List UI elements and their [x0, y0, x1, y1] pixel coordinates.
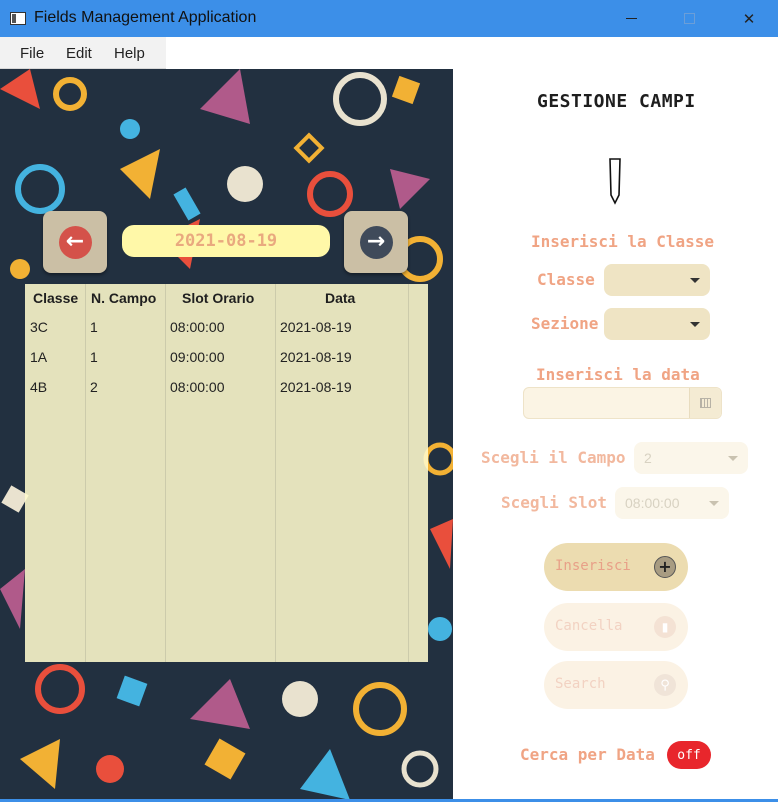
search-by-date-label: Cerca per Data [520, 745, 655, 764]
campo-label: Scegli il Campo [481, 448, 626, 467]
search-button[interactable]: Search ⚲ [544, 661, 688, 709]
column-header-slot[interactable]: Slot Orario [182, 290, 254, 306]
column-header-data[interactable]: Data [325, 290, 355, 306]
maximize-icon[interactable] [660, 0, 718, 37]
table-cell: 2021-08-19 [280, 379, 352, 395]
section-class-label: Inserisci la Classe [531, 232, 715, 251]
search-icon: ⚲ [654, 674, 676, 696]
management-form: GESTIONE CAMPI Inserisci la Classe Class… [453, 69, 778, 800]
slot-value: 08:00:00 [625, 495, 680, 511]
sezione-label: Sezione [531, 314, 599, 333]
table-cell: 3C [30, 319, 48, 335]
chevron-down-icon [690, 278, 700, 283]
table-cell: 1 [90, 319, 98, 335]
slot-select[interactable]: 08:00:00 [615, 487, 729, 519]
campo-value: 2 [644, 450, 652, 466]
app-icon [10, 12, 26, 25]
date-picker[interactable] [523, 387, 722, 419]
column-header-classe[interactable]: Classe [33, 290, 78, 306]
tie-icon [609, 158, 621, 205]
table-cell: 1A [30, 349, 48, 365]
classe-label: Classe [537, 270, 595, 289]
delete-button-label: Cancella [555, 618, 623, 634]
column-header-campo[interactable]: N. Campo [91, 290, 156, 306]
insert-button[interactable]: Inserisci + [544, 543, 688, 591]
table-cell: 1 [90, 349, 98, 365]
chevron-down-icon [709, 501, 719, 506]
window-title: Fields Management Application [34, 9, 257, 26]
calendar-icon[interactable] [689, 388, 721, 418]
slot-label: Scegli Slot [501, 493, 607, 512]
table-cell: 08:00:00 [170, 319, 225, 335]
next-date-button[interactable]: → [344, 211, 408, 273]
menu-bar: File Edit Help [0, 37, 778, 69]
search-button-label: Search [555, 676, 606, 692]
reservations-table: Classe N. Campo Slot Orario Data 3C 1 08… [25, 284, 428, 662]
table-cell: 2021-08-19 [280, 349, 352, 365]
window-titlebar: Fields Management Application ✕ [0, 0, 778, 37]
previous-date-button[interactable]: ← [43, 211, 107, 273]
sezione-select[interactable] [604, 308, 710, 340]
close-icon[interactable]: ✕ [720, 0, 778, 37]
table-cell: 08:00:00 [170, 379, 225, 395]
arrow-left-icon: ← [58, 225, 92, 259]
classe-select[interactable] [604, 264, 710, 296]
minimize-icon[interactable] [602, 0, 660, 37]
schedule-panel: ← 2021-08-19 → Classe N. Campo Slot Orar… [0, 69, 453, 800]
campo-select[interactable]: 2 [634, 442, 748, 474]
chevron-down-icon [728, 456, 738, 461]
plus-circle-icon: + [654, 556, 676, 578]
trash-icon: ▮ [654, 616, 676, 638]
delete-button[interactable]: Cancella ▮ [544, 603, 688, 651]
table-cell: 4B [30, 379, 48, 395]
arrow-right-icon: → [359, 225, 393, 259]
menu-help[interactable]: Help [114, 45, 145, 62]
insert-button-label: Inserisci [555, 558, 631, 574]
table-cell: 2021-08-19 [280, 319, 352, 335]
section-date-label: Inserisci la data [536, 365, 700, 384]
current-date-display: 2021-08-19 [122, 225, 330, 257]
menu-edit[interactable]: Edit [66, 45, 92, 62]
table-cell: 09:00:00 [170, 349, 225, 365]
menu-file[interactable]: File [20, 45, 44, 62]
chevron-down-icon [690, 322, 700, 327]
search-by-date-toggle[interactable]: off [667, 741, 711, 769]
table-cell: 2 [90, 379, 98, 395]
page-title: GESTIONE CAMPI [537, 91, 696, 112]
